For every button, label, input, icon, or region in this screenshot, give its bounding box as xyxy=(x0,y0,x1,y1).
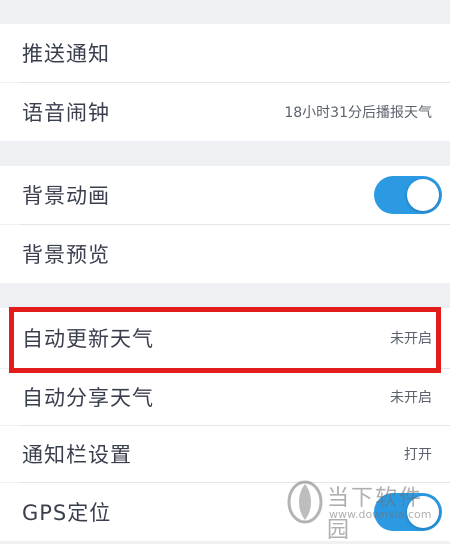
push-notification-label: 推送通知 xyxy=(22,42,110,66)
auto-share-weather-value: 未开启 xyxy=(390,390,432,406)
background-animation-row: 背景动画 xyxy=(0,166,450,224)
background-preview-label: 背景预览 xyxy=(22,243,110,267)
section-gap-top xyxy=(0,0,450,24)
push-notification-row[interactable]: 推送通知 xyxy=(0,24,450,82)
notification-bar-settings-value: 打开 xyxy=(404,447,432,463)
auto-update-weather-row[interactable]: 自动更新天气 未开启 xyxy=(0,308,450,368)
section-gap xyxy=(0,141,450,166)
gps-location-label: GPS定位 xyxy=(22,501,112,525)
notification-bar-settings-label: 通知栏设置 xyxy=(22,443,132,467)
auto-update-weather-label: 自动更新天气 xyxy=(22,327,154,351)
toggle-knob xyxy=(407,179,439,211)
notification-bar-settings-row[interactable]: 通知栏设置 打开 xyxy=(0,426,450,482)
auto-update-weather-value: 未开启 xyxy=(390,331,432,347)
voice-alarm-label: 语音闹钟 xyxy=(22,101,110,125)
background-animation-label: 背景动画 xyxy=(22,184,110,208)
toggle-knob xyxy=(407,496,439,528)
gps-location-row: GPS定位 xyxy=(0,483,450,541)
gps-location-toggle[interactable] xyxy=(374,493,442,531)
background-animation-toggle[interactable] xyxy=(374,176,442,214)
background-preview-row[interactable]: 背景预览 xyxy=(0,225,450,283)
section-gap xyxy=(0,283,450,308)
voice-alarm-value: 18小时31分后播报天气 xyxy=(284,105,432,121)
voice-alarm-row[interactable]: 语音闹钟 18小时31分后播报天气 xyxy=(0,83,450,141)
auto-share-weather-label: 自动分享天气 xyxy=(22,386,154,410)
auto-share-weather-row[interactable]: 自动分享天气 未开启 xyxy=(0,369,450,425)
